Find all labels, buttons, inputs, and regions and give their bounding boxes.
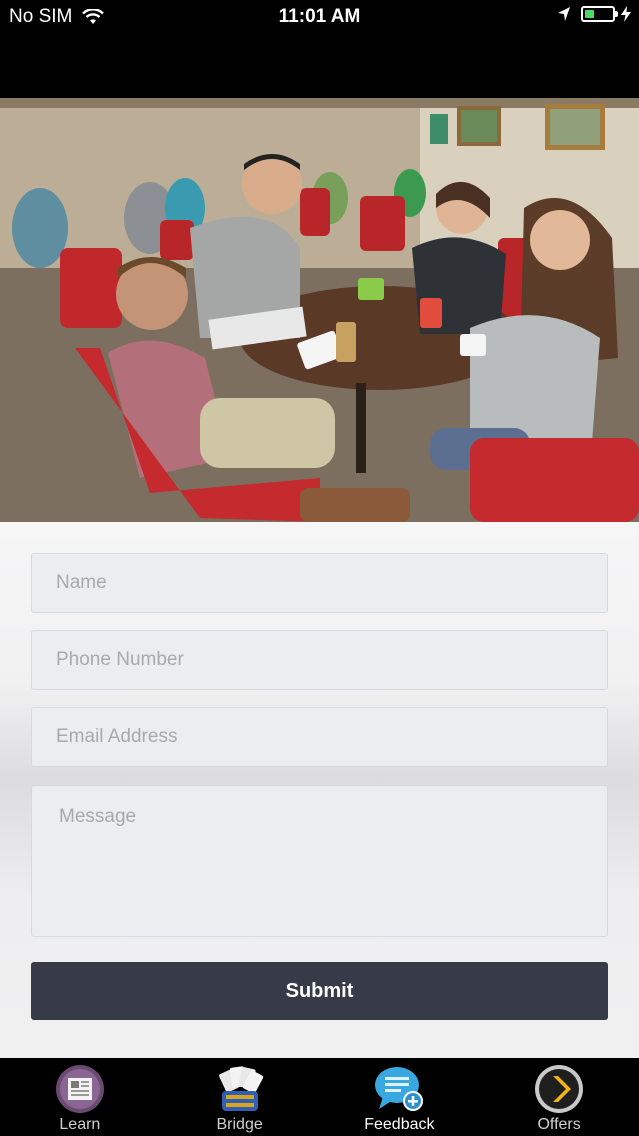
charging-bolt-icon [621,6,631,22]
submit-button[interactable]: Submit [31,962,608,1020]
newspaper-icon [55,1065,104,1113]
tab-offers[interactable]: Offers [479,1058,639,1136]
tab-label-offers: Offers [537,1116,581,1133]
name-field[interactable] [31,553,608,613]
tab-label-feedback: Feedback [364,1116,435,1133]
battery-icon [581,6,618,22]
tab-label-bridge: Bridge [216,1116,263,1133]
status-right [557,6,631,22]
tab-learn[interactable]: Learn [0,1058,160,1136]
tab-feedback[interactable]: Feedback [320,1058,480,1136]
playing-cards-icon [218,1066,263,1111]
status-bar: No SIM 11:01 AM [0,0,639,34]
status-time: 11:01 AM [278,6,361,27]
battery-fill [585,10,594,18]
phone-number-field[interactable] [31,630,608,690]
tab-bridge[interactable]: Bridge [160,1058,320,1136]
chevron-right-icon [535,1065,584,1113]
location-arrow-icon [558,7,570,21]
app-screen: No SIM 11:01 AM Name Phone Number Email … [0,0,639,1136]
tab-label-learn: Learn [59,1116,101,1133]
feedback-form: Submit [0,522,639,1058]
battery-tip [615,11,618,17]
email-address-field[interactable] [31,707,608,767]
photo-illustration [0,98,639,522]
chat-bubble-add-icon [375,1067,424,1111]
tab-bar: Learn Bridge Feedback Offers [0,1058,639,1136]
hero-photo [0,98,639,522]
message-field[interactable] [31,785,608,937]
